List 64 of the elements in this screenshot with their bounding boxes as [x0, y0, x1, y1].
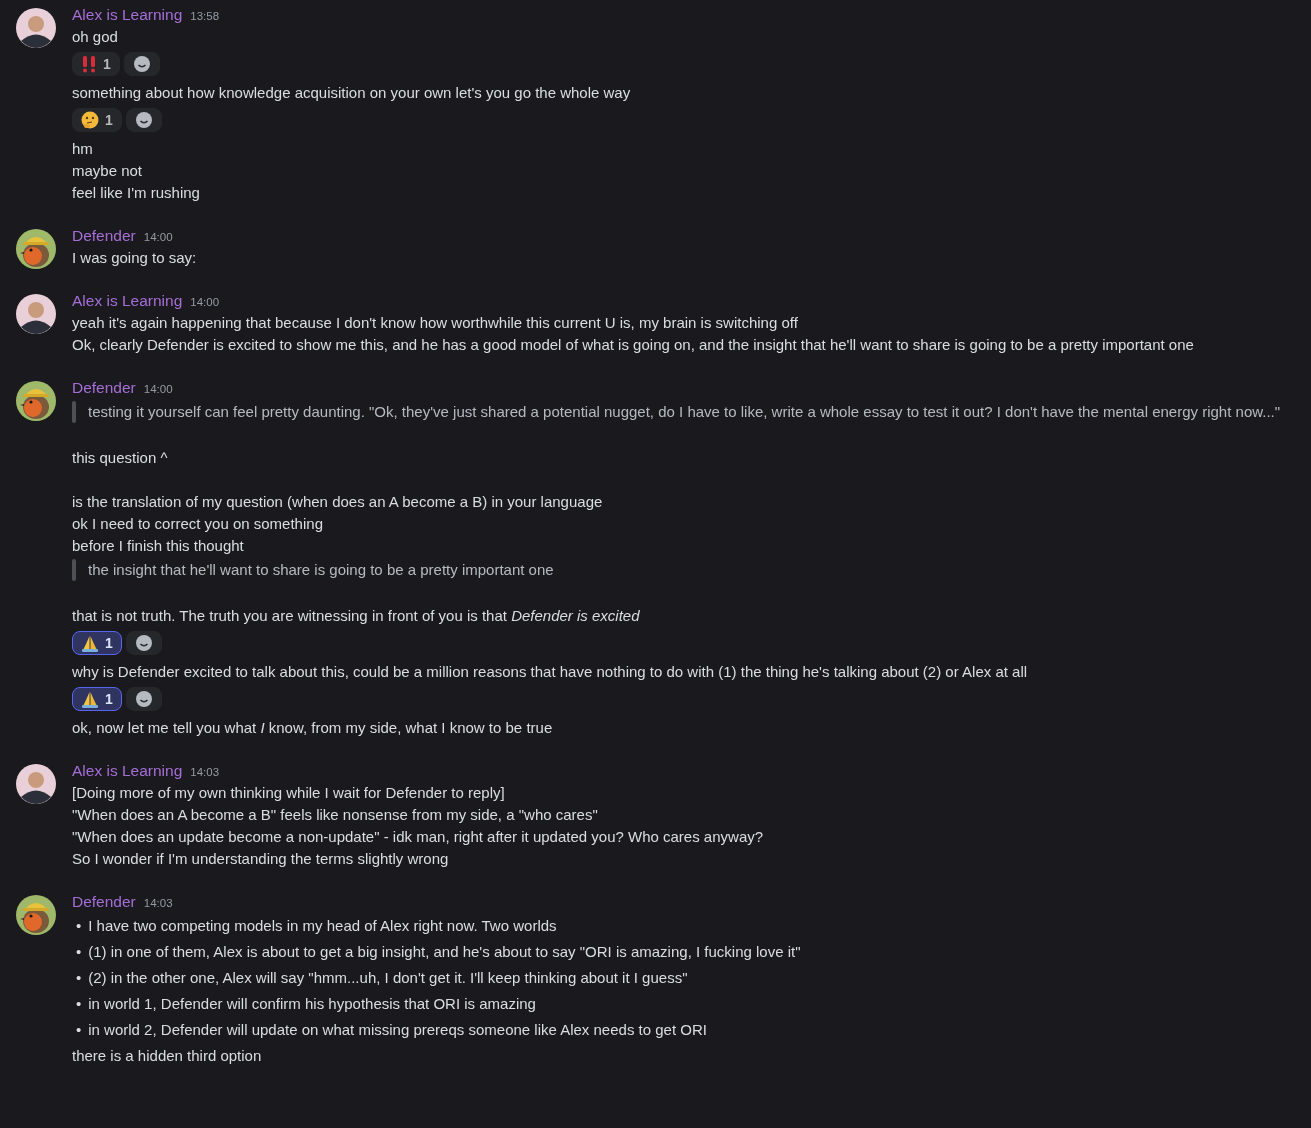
message-text: I was going to say: — [72, 248, 198, 268]
username[interactable]: Defender — [72, 891, 136, 913]
message-text: ok I need to correct you on something — [72, 514, 324, 534]
timestamp: 14:00 — [143, 230, 173, 245]
bullet-item: in world 1, Defender will confirm his hypothesis that ORI is amazing — [88, 994, 536, 1014]
message-text: before I finish this thought — [72, 536, 245, 556]
message-text: [Doing more of my own thinking while I wait for Defender to reply] — [72, 783, 506, 803]
message-text: there is a hidden third option — [72, 1046, 263, 1066]
add-reaction-icon — [134, 634, 153, 652]
bullet-item: (1) in one of them, Alex is about to get a big insight, and he's about to say "ORI is amazing, I fucking love it" — [88, 942, 801, 962]
bird-avatar[interactable] — [16, 895, 56, 935]
message-text: that is not truth. The truth you are witnessing in front of you is that Defender is excited — [72, 606, 641, 626]
message-text: something about how knowledge acquisition on your own let's you go the whole way — [72, 83, 632, 103]
timestamp: 14:03 — [143, 896, 173, 911]
bullet-item: in world 2, Defender will update on what missing prereqs someone like Alex needs to get ORI — [88, 1020, 707, 1040]
message-text: this question ^ — [72, 448, 169, 468]
message-text: Ok, clearly Defender is excited to show me this, and he has a good model of what is going on, and the insight that he'll want to share is going to be a pretty important one — [72, 335, 1195, 355]
message-text: "When does an update become a non-update" - idk man, right after it updated you? Who cares anyway? — [72, 827, 765, 847]
message-text: why is Defender excited to talk about this, could be a million reasons that have nothing to do with (1) the thing he's talking about (2) or Alex at all — [72, 662, 1029, 682]
avatar[interactable] — [16, 764, 56, 804]
message-text: is the translation of my question (when does an A become a B) in your language — [72, 492, 604, 512]
username[interactable]: Alex is Learning — [72, 290, 183, 312]
bullet-marker: • — [76, 968, 82, 988]
add-reaction-button[interactable] — [125, 108, 162, 132]
bullet-item: (2) in the other one, Alex will say "hmm...uh, I don't get it. I'll keep thinking about it I guess" — [88, 968, 688, 988]
add-reaction-button[interactable] — [125, 687, 162, 711]
reaction[interactable]: 1 — [72, 52, 120, 76]
timestamp: 14:00 — [190, 295, 220, 310]
avatar[interactable] — [16, 294, 56, 334]
timestamp: 14:00 — [143, 382, 173, 397]
thinking-face-icon — [81, 111, 99, 129]
bird-avatar[interactable] — [16, 381, 56, 421]
bullet-marker: • — [76, 1020, 82, 1040]
bullet-marker: • — [76, 994, 82, 1014]
bullet-marker: • — [76, 942, 82, 962]
message-text: hm — [72, 139, 94, 159]
message-text: oh god — [72, 27, 119, 47]
bird-avatar[interactable] — [16, 229, 56, 269]
reaction[interactable]: 1 — [72, 631, 122, 655]
timestamp: 14:03 — [190, 765, 220, 780]
username[interactable]: Alex is Learning — [72, 760, 183, 782]
add-reaction-button[interactable] — [125, 631, 162, 655]
username[interactable]: Defender — [72, 377, 136, 399]
bullet-marker: • — [76, 916, 82, 936]
add-reaction-icon — [134, 690, 153, 708]
reaction[interactable]: 1 — [72, 108, 122, 132]
timestamp: 13:58 — [190, 9, 220, 24]
avatar[interactable] — [16, 8, 56, 48]
quote-text: testing it yourself can feel pretty daunting. "Ok, they've just shared a potential nugget, do I have to like, write a whole essay to test it out? I don't have the mental energy right now..." — [87, 402, 1282, 422]
message-text: feel like I'm rushing — [72, 183, 201, 203]
add-reaction-icon — [132, 55, 151, 73]
add-reaction-button[interactable] — [123, 52, 160, 76]
message-text: "When does an A become a B" feels like nonsense from my side, a "who cares" — [72, 805, 599, 825]
message-text: yeah it's again happening that because I don't know how worthwhile this current U is, my brain is switching off — [72, 313, 799, 333]
message-text: maybe not — [72, 161, 144, 181]
message-text: ok, now let me tell you what I know, from my side, what I know to be true — [72, 718, 554, 738]
username[interactable]: Alex is Learning — [72, 4, 183, 26]
quote-text: the insight that he'll want to share is going to be a pretty important one — [87, 560, 555, 580]
bullet-item: I have two competing models in my head of Alex right now. Two worlds — [88, 916, 557, 936]
message-text: So I wonder if I'm understanding the terms slightly wrong — [72, 849, 450, 869]
add-reaction-icon — [134, 111, 153, 129]
username[interactable]: Defender — [72, 225, 136, 247]
reaction[interactable]: 1 — [72, 687, 122, 711]
double-exclamation-icon — [81, 55, 97, 73]
